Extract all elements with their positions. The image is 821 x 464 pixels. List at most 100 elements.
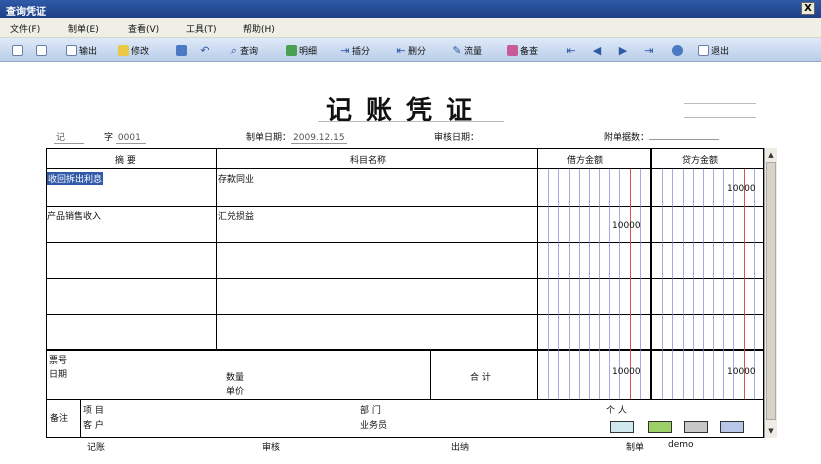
digit-guide-line [743, 169, 745, 399]
delete-button[interactable]: ⇤ 删分 [396, 43, 426, 57]
digit-guide-line [619, 169, 621, 399]
modify-button[interactable]: 修改 [118, 43, 149, 57]
digit-guide-line [578, 169, 580, 399]
row1-credit[interactable]: 10000 [727, 184, 756, 194]
voucher-type-field[interactable]: 记 [54, 130, 84, 144]
output-button[interactable]: 输出 [66, 43, 97, 57]
toolbar: 输出 修改 ↶ ⌕ 查询 明细 ⇥ 插分 ⇤ 删分 ✎ 流量 备查 ⇤ ◀ ▶ ⇥ 退出 [0, 38, 821, 62]
vertical-scrollbar[interactable]: ▲ ▼ [764, 148, 777, 438]
digit-guide-line [629, 169, 631, 399]
output-label: 输出 [79, 46, 98, 57]
zi-label: 字 [104, 133, 114, 143]
person-label: 个 人 [606, 406, 627, 416]
digit-guide-line [672, 169, 674, 399]
digit-guide-line [599, 169, 601, 399]
grid-line [216, 148, 217, 349]
undo-button[interactable]: ↶ [200, 43, 212, 57]
first-icon: ⇤ [566, 43, 576, 57]
maker-name: demo [668, 440, 694, 450]
window-titlebar: 查询凭证 X [0, 0, 821, 18]
export-icon [66, 44, 77, 56]
voucher-number: 字 0001 [104, 130, 146, 144]
department-label: 部 门 [360, 406, 381, 416]
prev-button[interactable]: ◀ [592, 43, 604, 57]
quantity-label: 数量 [226, 373, 245, 383]
row1-account[interactable]: 存款同业 [218, 172, 254, 185]
help-button[interactable] [672, 43, 685, 57]
insert-icon: ⇥ [340, 43, 350, 57]
detail-button[interactable]: 明细 [286, 43, 317, 57]
page-icon [12, 44, 23, 56]
attach-field[interactable] [649, 139, 720, 140]
digit-guide-line [723, 169, 725, 399]
print-icon [36, 44, 47, 56]
menu-bar: 文件(F) 制单(E) 查看(V) 工具(T) 帮助(H) [0, 18, 821, 38]
voucher-type: 记 [54, 130, 84, 144]
row2-account[interactable]: 汇兑损益 [218, 209, 254, 222]
scroll-thumb[interactable] [766, 162, 776, 420]
memo-label: 备查 [520, 46, 539, 57]
memo-button[interactable]: 备查 [507, 43, 538, 57]
digit-guide-line [558, 169, 560, 399]
header-account: 科目名称 [350, 156, 387, 166]
scroll-up-icon[interactable]: ▲ [766, 149, 776, 161]
digit-guide-line [753, 169, 755, 399]
delete-icon: ⇤ [396, 43, 406, 57]
query-label: 查询 [240, 46, 259, 57]
print-button[interactable] [36, 43, 49, 57]
flow-icon: ✎ [452, 43, 462, 57]
tools-icon[interactable] [684, 421, 708, 433]
row2-summary[interactable]: 产品销售收入 [47, 209, 101, 222]
digit-guide-line [733, 169, 735, 399]
row2-debit[interactable]: 10000 [612, 221, 641, 231]
date-group: 制单日期： 2009.12.15 [246, 130, 347, 144]
preview-button[interactable] [12, 43, 25, 57]
digit-guide-line [692, 169, 694, 399]
decor-line [684, 103, 756, 104]
menu-view[interactable]: 查看(V) [128, 22, 159, 35]
exit-label: 退出 [711, 46, 730, 57]
query-button[interactable]: ⌕ 查询 [228, 43, 258, 57]
memo-label: 备注 [50, 414, 69, 424]
exit-button[interactable]: 退出 [698, 43, 729, 57]
save-button[interactable] [176, 43, 189, 57]
menu-file[interactable]: 文件(F) [10, 22, 40, 35]
first-button[interactable]: ⇤ [566, 43, 578, 57]
edit-icon [118, 44, 129, 56]
insert-label: 插分 [352, 46, 371, 57]
attachment-icon[interactable] [610, 421, 634, 433]
digit-guide-line [588, 169, 590, 399]
flow-button[interactable]: ✎ 流量 [452, 43, 482, 57]
customer-label: 客 户 [83, 421, 104, 431]
maker-label: 制单 [626, 443, 645, 453]
grid-line [46, 278, 764, 279]
header-credit: 贷方金额 [682, 156, 719, 166]
date-field[interactable]: 2009.12.15 [291, 133, 347, 144]
memo-icon [507, 44, 518, 56]
voucher-number-field[interactable]: 0001 [115, 133, 146, 144]
attach-label: 附单据数： [604, 133, 650, 143]
image-icon[interactable] [648, 421, 672, 433]
row1-summary[interactable]: 收回拆出利息 [47, 172, 104, 185]
help-icon [672, 44, 683, 56]
total-credit: 10000 [727, 367, 756, 377]
menu-make[interactable]: 制单(E) [68, 22, 99, 35]
window-title: 查询凭证 [6, 7, 46, 18]
digit-guide-line [713, 169, 715, 399]
scroll-down-icon[interactable]: ▼ [766, 425, 776, 437]
next-button[interactable]: ▶ [618, 43, 630, 57]
grid-line [46, 314, 764, 315]
insert-button[interactable]: ⇥ 插分 [340, 43, 370, 57]
last-button[interactable]: ⇥ [644, 43, 656, 57]
menu-help[interactable]: 帮助(H) [243, 22, 275, 35]
header-debit: 借方金额 [567, 156, 604, 166]
grid-line [46, 168, 764, 169]
grid-line [650, 148, 652, 399]
digit-guide-line [662, 169, 664, 399]
digit-guide-line [702, 169, 704, 399]
detail-label: 明细 [299, 46, 318, 57]
window-icon[interactable] [720, 421, 744, 433]
digit-guide-line [548, 169, 550, 399]
close-button[interactable]: X [801, 2, 815, 15]
menu-tools[interactable]: 工具(T) [186, 22, 217, 35]
